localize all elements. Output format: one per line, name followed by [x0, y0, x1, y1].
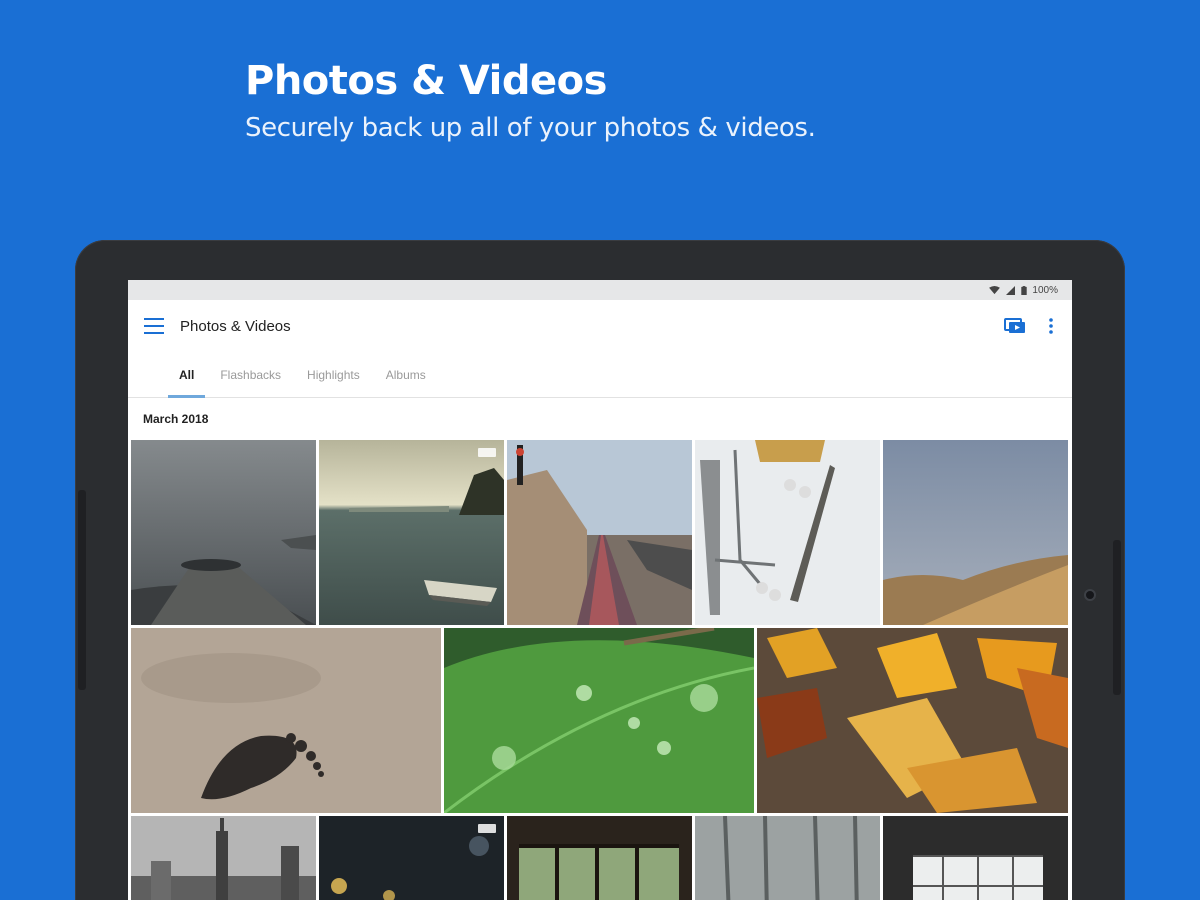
cast-slideshow-icon[interactable]	[1004, 318, 1026, 334]
photo-sea-boat[interactable]	[319, 440, 504, 625]
app-toolbar: Photos & Videos	[128, 300, 1072, 352]
tab-highlights[interactable]: Highlights	[296, 352, 371, 398]
photo-bright-windows[interactable]	[883, 816, 1068, 900]
promo-title: Photos & Videos	[245, 58, 607, 104]
more-vert-icon[interactable]	[1048, 317, 1054, 335]
hamburger-menu-icon[interactable]	[144, 318, 164, 334]
photo-leaf-water-drops[interactable]	[444, 628, 754, 813]
tab-flashbacks[interactable]: Flashbacks	[209, 352, 292, 398]
tablet-camera	[1084, 589, 1096, 601]
photo-railway-tracks[interactable]	[507, 440, 692, 625]
video-badge	[478, 824, 496, 833]
toolbar-actions	[1004, 300, 1054, 352]
video-badge	[478, 448, 496, 457]
photo-foggy-pier[interactable]	[131, 440, 316, 625]
tablet-side-button	[78, 490, 86, 690]
photo-window-view[interactable]	[507, 816, 692, 900]
app-title: Photos & Videos	[180, 317, 291, 335]
tab-albums[interactable]: Albums	[375, 352, 437, 398]
photo-misty-forest[interactable]	[695, 816, 880, 900]
section-date-header: March 2018	[143, 412, 209, 426]
photo-footprint-sand[interactable]	[131, 628, 441, 813]
photo-autumn-leaves[interactable]	[757, 628, 1068, 813]
signal-icon	[1006, 285, 1016, 295]
photo-skateboard[interactable]	[695, 440, 880, 625]
photo-desert-dunes[interactable]	[883, 440, 1068, 625]
promo-subtitle: Securely back up all of your photos & vi…	[245, 113, 816, 143]
wifi-icon	[989, 285, 1001, 294]
battery-icon	[1021, 285, 1028, 295]
photo-night-bokeh[interactable]	[319, 816, 504, 900]
tab-bar: All Flashbacks Highlights Albums	[128, 352, 1072, 398]
status-bar: 100%	[128, 280, 1072, 300]
tablet-screen: 100% Photos & Videos All Flashbacks High…	[128, 280, 1072, 900]
photo-city-skyline[interactable]	[131, 816, 316, 900]
tablet-side-button-right	[1113, 540, 1121, 695]
battery-percent: 100%	[1032, 284, 1058, 296]
tab-all[interactable]: All	[168, 352, 206, 398]
